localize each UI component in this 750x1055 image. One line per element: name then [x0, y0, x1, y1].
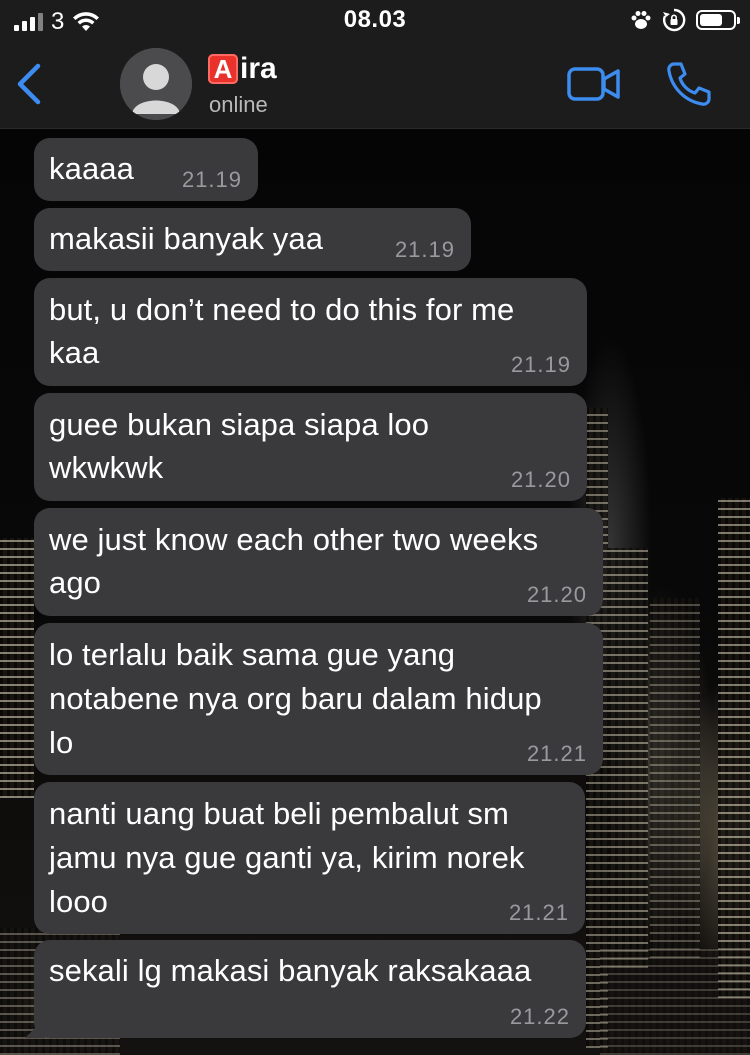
- message-list: kaaaa 21.19 makasii banyak yaa 21.19 but…: [0, 128, 750, 1055]
- message-text: sekali lg makasi banyak raksakaaa: [49, 953, 532, 988]
- chat-header: A ira online: [0, 42, 750, 129]
- battery-icon: [696, 10, 740, 30]
- message-bubble[interactable]: kaaaa 21.19: [34, 138, 258, 201]
- message-time: 21.21: [526, 741, 587, 766]
- contact-status: online: [209, 92, 268, 117]
- paw-icon: [631, 11, 651, 29]
- message-time: 21.20: [526, 582, 587, 607]
- message-bubble[interactable]: nanti uang buat beli pembalut sm jamu ny…: [34, 782, 585, 934]
- rotation-lock-icon: [663, 8, 686, 32]
- default-avatar-icon: [120, 48, 192, 120]
- message-text: we just know each other two weeks ago: [49, 522, 539, 600]
- message-text: lo terlalu baik sama gue yang notabene n…: [49, 637, 542, 760]
- status-bar: 3 08.03: [0, 0, 750, 42]
- contact-name-badge: A: [208, 54, 238, 84]
- message-time: 21.21: [508, 900, 569, 925]
- chevron-left-icon: [17, 63, 41, 105]
- message-time: 21.19: [394, 237, 455, 262]
- bubble-tail: [25, 1018, 45, 1038]
- message-bubble[interactable]: sekali lg makasi banyak raksakaaa 21.22: [25, 940, 586, 1038]
- message-bubble[interactable]: we just know each other two weeks ago 21…: [34, 508, 603, 616]
- video-camera-icon: [567, 67, 620, 101]
- message-bubble[interactable]: guee bukan siapa siapa loo wkwkwk 21.20: [34, 393, 587, 501]
- voice-call-button[interactable]: [664, 60, 714, 108]
- message-text: but, u don’t need to do this for me kaa: [49, 292, 515, 370]
- back-button[interactable]: [12, 62, 48, 106]
- phone-icon: [667, 62, 711, 106]
- message-text: guee bukan siapa siapa loo wkwkwk: [49, 407, 430, 485]
- message-time: 21.22: [509, 1004, 570, 1029]
- message-time: 21.20: [510, 467, 571, 492]
- message-time: 21.19: [181, 167, 242, 192]
- message-text: nanti uang buat beli pembalut sm jamu ny…: [49, 796, 525, 919]
- message-bubble[interactable]: makasii banyak yaa 21.19: [34, 208, 471, 271]
- video-call-button[interactable]: [566, 64, 622, 104]
- message-bubble[interactable]: but, u don’t need to do this for me kaa …: [34, 278, 587, 386]
- avatar[interactable]: [120, 48, 192, 120]
- message-bubble[interactable]: lo terlalu baik sama gue yang notabene n…: [34, 623, 603, 775]
- message-time: 21.19: [510, 352, 571, 377]
- contact-name-text: ira: [240, 52, 277, 85]
- contact-name[interactable]: A ira: [208, 52, 277, 86]
